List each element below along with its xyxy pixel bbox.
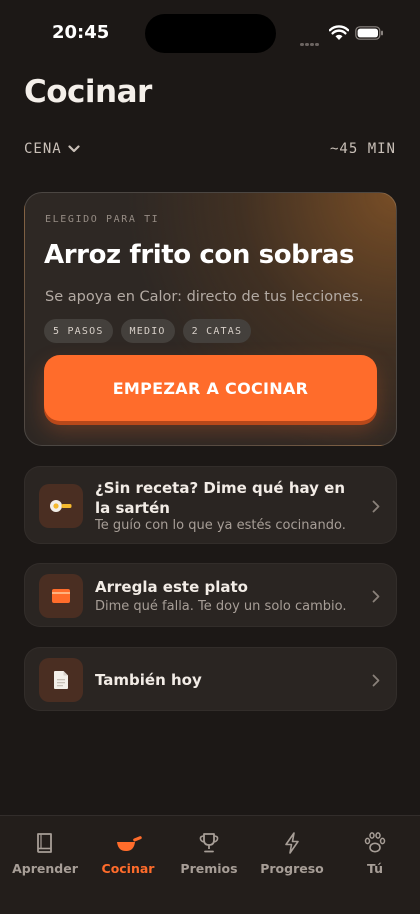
pan-icon [39, 484, 83, 528]
tag-tastings: 2 CATAS [182, 319, 252, 343]
start-cooking-button[interactable]: EMPEZAR A COCINAR [44, 355, 377, 421]
recipe-description: Se apoya en Calor: directo de tus leccio… [45, 289, 364, 305]
bolt-icon [285, 832, 299, 854]
page-title: Cocinar [24, 74, 152, 110]
plate-icon [39, 574, 83, 618]
book-icon [37, 833, 52, 853]
tab-label: Premios [180, 861, 238, 876]
tab-progreso[interactable]: Progreso [250, 816, 334, 896]
tag-difficulty: MEDIO [120, 319, 175, 343]
tab-cocinar[interactable]: Cocinar [86, 816, 170, 896]
no-recipe-title: ¿Sin receta? Dime qué hay en la sartén [95, 479, 346, 517]
signal-icon [300, 31, 322, 46]
tab-tu[interactable]: Tú [333, 816, 417, 896]
no-recipe-card[interactable]: ¿Sin receta? Dime qué hay en la sartén T… [24, 466, 397, 544]
tab-label: Cocinar [101, 861, 155, 876]
battery-icon [355, 26, 383, 40]
tag-steps: 5 PASOS [44, 319, 113, 343]
wifi-icon [329, 25, 349, 40]
recommended-recipe-card: ELEGIDO PARA TI Arroz frito con sobras S… [24, 192, 397, 446]
trophy-icon [199, 833, 219, 853]
fix-dish-subtitle: Dime qué falla. Te doy un solo cambio. [95, 599, 347, 614]
fix-dish-title: Arregla este plato [95, 578, 248, 596]
chevron-right-icon [372, 674, 380, 687]
also-today-title: También hoy [95, 671, 202, 689]
tab-premios[interactable]: Premios [167, 816, 251, 896]
chevron-down-icon [68, 145, 80, 153]
tab-label: Aprender [12, 861, 78, 876]
wok-icon [117, 836, 142, 851]
dynamic-island [145, 14, 276, 53]
tab-aprender[interactable]: Aprender [3, 816, 87, 896]
bottom-tab-bar: Aprender Cocinar Premios Progreso Tú [0, 815, 420, 914]
document-icon [39, 658, 83, 702]
recipe-tags: 5 PASOS MEDIO 2 CATAS [44, 319, 252, 343]
tab-label: Tú [366, 861, 384, 876]
meal-select[interactable]: CENA [24, 141, 80, 157]
tab-label: Progreso [260, 861, 324, 876]
paw-icon [364, 832, 386, 853]
fix-dish-card[interactable]: Arregla este plato Dime qué falla. Te do… [24, 563, 397, 627]
recipe-title: Arroz frito con sobras [44, 240, 355, 270]
duration-label: ~45 MIN [329, 141, 396, 157]
meal-select-label: CENA [24, 141, 62, 157]
chevron-right-icon [372, 590, 380, 603]
also-today-card[interactable]: También hoy [24, 647, 397, 711]
no-recipe-subtitle: Te guío con lo que ya estés cocinando. [95, 518, 346, 533]
status-time: 20:45 [52, 22, 110, 43]
status-bar: 20:45 [0, 0, 420, 62]
hero-eyebrow: ELEGIDO PARA TI [45, 214, 160, 225]
chevron-right-icon [372, 500, 380, 513]
